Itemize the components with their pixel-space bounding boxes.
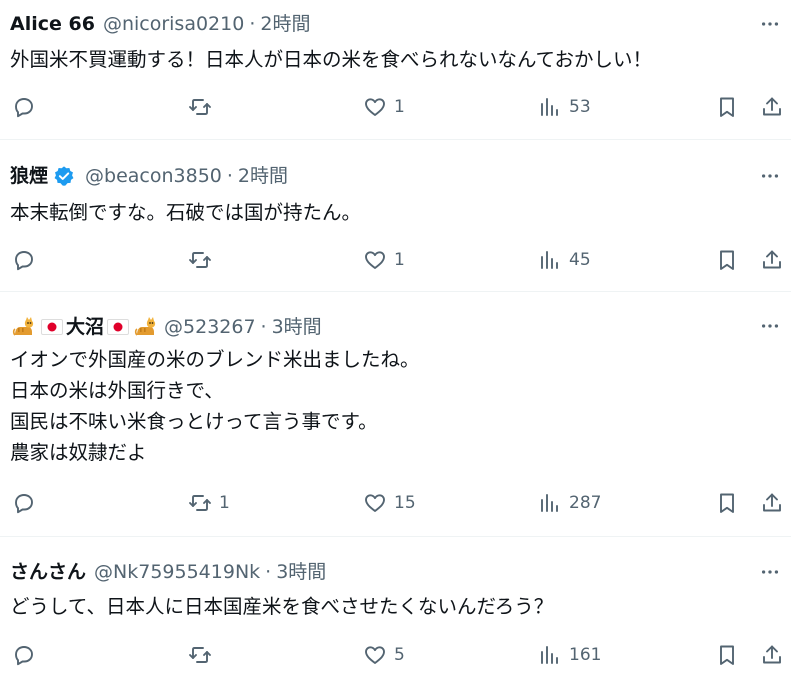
retweet-button[interactable] [188,643,219,667]
more-icon [759,315,781,337]
more-icon [759,13,781,35]
analytics-icon [538,95,562,119]
analytics-icon [538,643,562,667]
tweet-text: イオンで外国産の米のブレンド米出ましたね。 日本の米は外国行きで、 国民は不味い… [10,348,420,464]
tweet-header: Alice 66 @nicorisa0210 · 2時間 [10,12,310,36]
views-button[interactable]: 45 [538,248,591,272]
retweet-button[interactable] [188,248,219,272]
like-button[interactable]: 15 [363,491,416,515]
more-options-button[interactable] [757,14,783,34]
heart-icon [363,643,387,667]
like-button[interactable]: 5 [363,643,405,667]
view-count: 161 [569,645,602,665]
timestamp[interactable]: 2時間 [238,164,288,188]
like-count: 5 [394,645,405,665]
tweet-header: 狼煙 @beacon3850 · 2時間 [10,164,288,188]
author-handle[interactable]: @Nk75955419Nk [94,560,260,584]
japan-flag-icon [107,319,130,335]
retweet-icon [188,491,212,515]
reply-icon [12,248,36,272]
view-count: 45 [569,250,591,270]
heart-icon [363,248,387,272]
share-icon [760,95,784,119]
bookmark-icon [715,491,739,515]
retweet-icon [188,643,212,667]
timestamp[interactable]: 3時間 [276,560,326,584]
retweet-button[interactable] [188,95,219,119]
author-handle[interactable]: @nicorisa0210 [103,12,244,36]
share-icon [760,248,784,272]
share-button[interactable] [760,643,784,667]
retweet-icon [188,248,212,272]
views-button[interactable]: 161 [538,643,601,667]
more-options-button[interactable] [757,316,783,336]
reply-button[interactable] [12,643,43,667]
bookmark-icon [715,248,739,272]
reply-icon [12,491,36,515]
reply-button[interactable] [12,95,43,119]
views-button[interactable]: 287 [538,491,601,515]
like-count: 1 [394,250,405,270]
more-icon [759,165,781,187]
japan-flag-icon [41,319,63,335]
heart-icon [363,95,387,119]
bookmark-icon [715,643,739,667]
share-icon [760,643,784,667]
cat-emoji-icon [134,315,158,339]
bookmark-button[interactable] [715,643,739,667]
heart-icon [363,491,387,515]
analytics-icon [538,491,562,515]
author-handle[interactable]: @beacon3850 [85,164,222,188]
verified-badge-icon [53,165,75,187]
timestamp[interactable]: 3時間 [272,315,322,339]
bookmark-button[interactable] [715,491,739,515]
tweet[interactable]: 大沼 @523267 · 3時間 イオンで外国産の米のブレンド米出ましたね。 日… [0,292,791,537]
view-count: 287 [569,493,602,513]
timestamp[interactable]: 2時間 [260,12,310,36]
author-name[interactable]: 大沼 [66,315,104,339]
separator: · [249,13,256,35]
tweet-header: 大沼 @523267 · 3時間 [10,315,322,339]
tweet-text: 本末転倒ですな。石破では国が持たん。 [10,201,362,224]
share-button[interactable] [760,491,784,515]
bookmark-button[interactable] [715,248,739,272]
tweet-header: さんさん @Nk75955419Nk · 3時間 [10,560,326,584]
analytics-icon [538,248,562,272]
tweet-text: 外国米不買運動する！日本人が日本の米を食べられないなんておかしい！ [10,48,652,71]
tweet[interactable]: Alice 66 @nicorisa0210 · 2時間 外国米不買運動する！日… [0,0,791,140]
separator: · [260,316,267,338]
like-button[interactable]: 1 [363,248,405,272]
cat-emoji-icon [12,315,36,339]
like-button[interactable]: 1 [363,95,405,119]
more-options-button[interactable] [757,562,783,582]
tweet-text: どうして、日本人に日本国産米を食べさせたくないんだろう？ [10,595,554,618]
retweet-button[interactable]: 1 [188,491,230,515]
tweet[interactable]: 狼煙 @beacon3850 · 2時間 本末転倒ですな。石破では国が持たん。 … [0,140,791,292]
like-count: 15 [394,493,416,513]
author-handle[interactable]: @523267 [164,315,256,339]
reply-icon [12,643,36,667]
bookmark-button[interactable] [715,95,739,119]
more-icon [759,561,781,583]
like-count: 1 [394,97,405,117]
retweet-icon [188,95,212,119]
reply-button[interactable] [12,491,43,515]
more-options-button[interactable] [757,166,783,186]
separator: · [265,561,272,583]
author-name[interactable]: さんさん [10,560,86,584]
separator: · [226,165,233,187]
share-icon [760,491,784,515]
bookmark-icon [715,95,739,119]
tweet[interactable]: さんさん @Nk75955419Nk · 3時間 どうして、日本人に日本国産米を… [0,537,791,692]
views-button[interactable]: 53 [538,95,591,119]
author-name[interactable]: Alice 66 [10,12,95,36]
view-count: 53 [569,97,591,117]
author-name[interactable]: 狼煙 [10,164,48,188]
retweet-count: 1 [219,493,230,513]
reply-icon [12,95,36,119]
share-button[interactable] [760,248,784,272]
share-button[interactable] [760,95,784,119]
reply-button[interactable] [12,248,43,272]
